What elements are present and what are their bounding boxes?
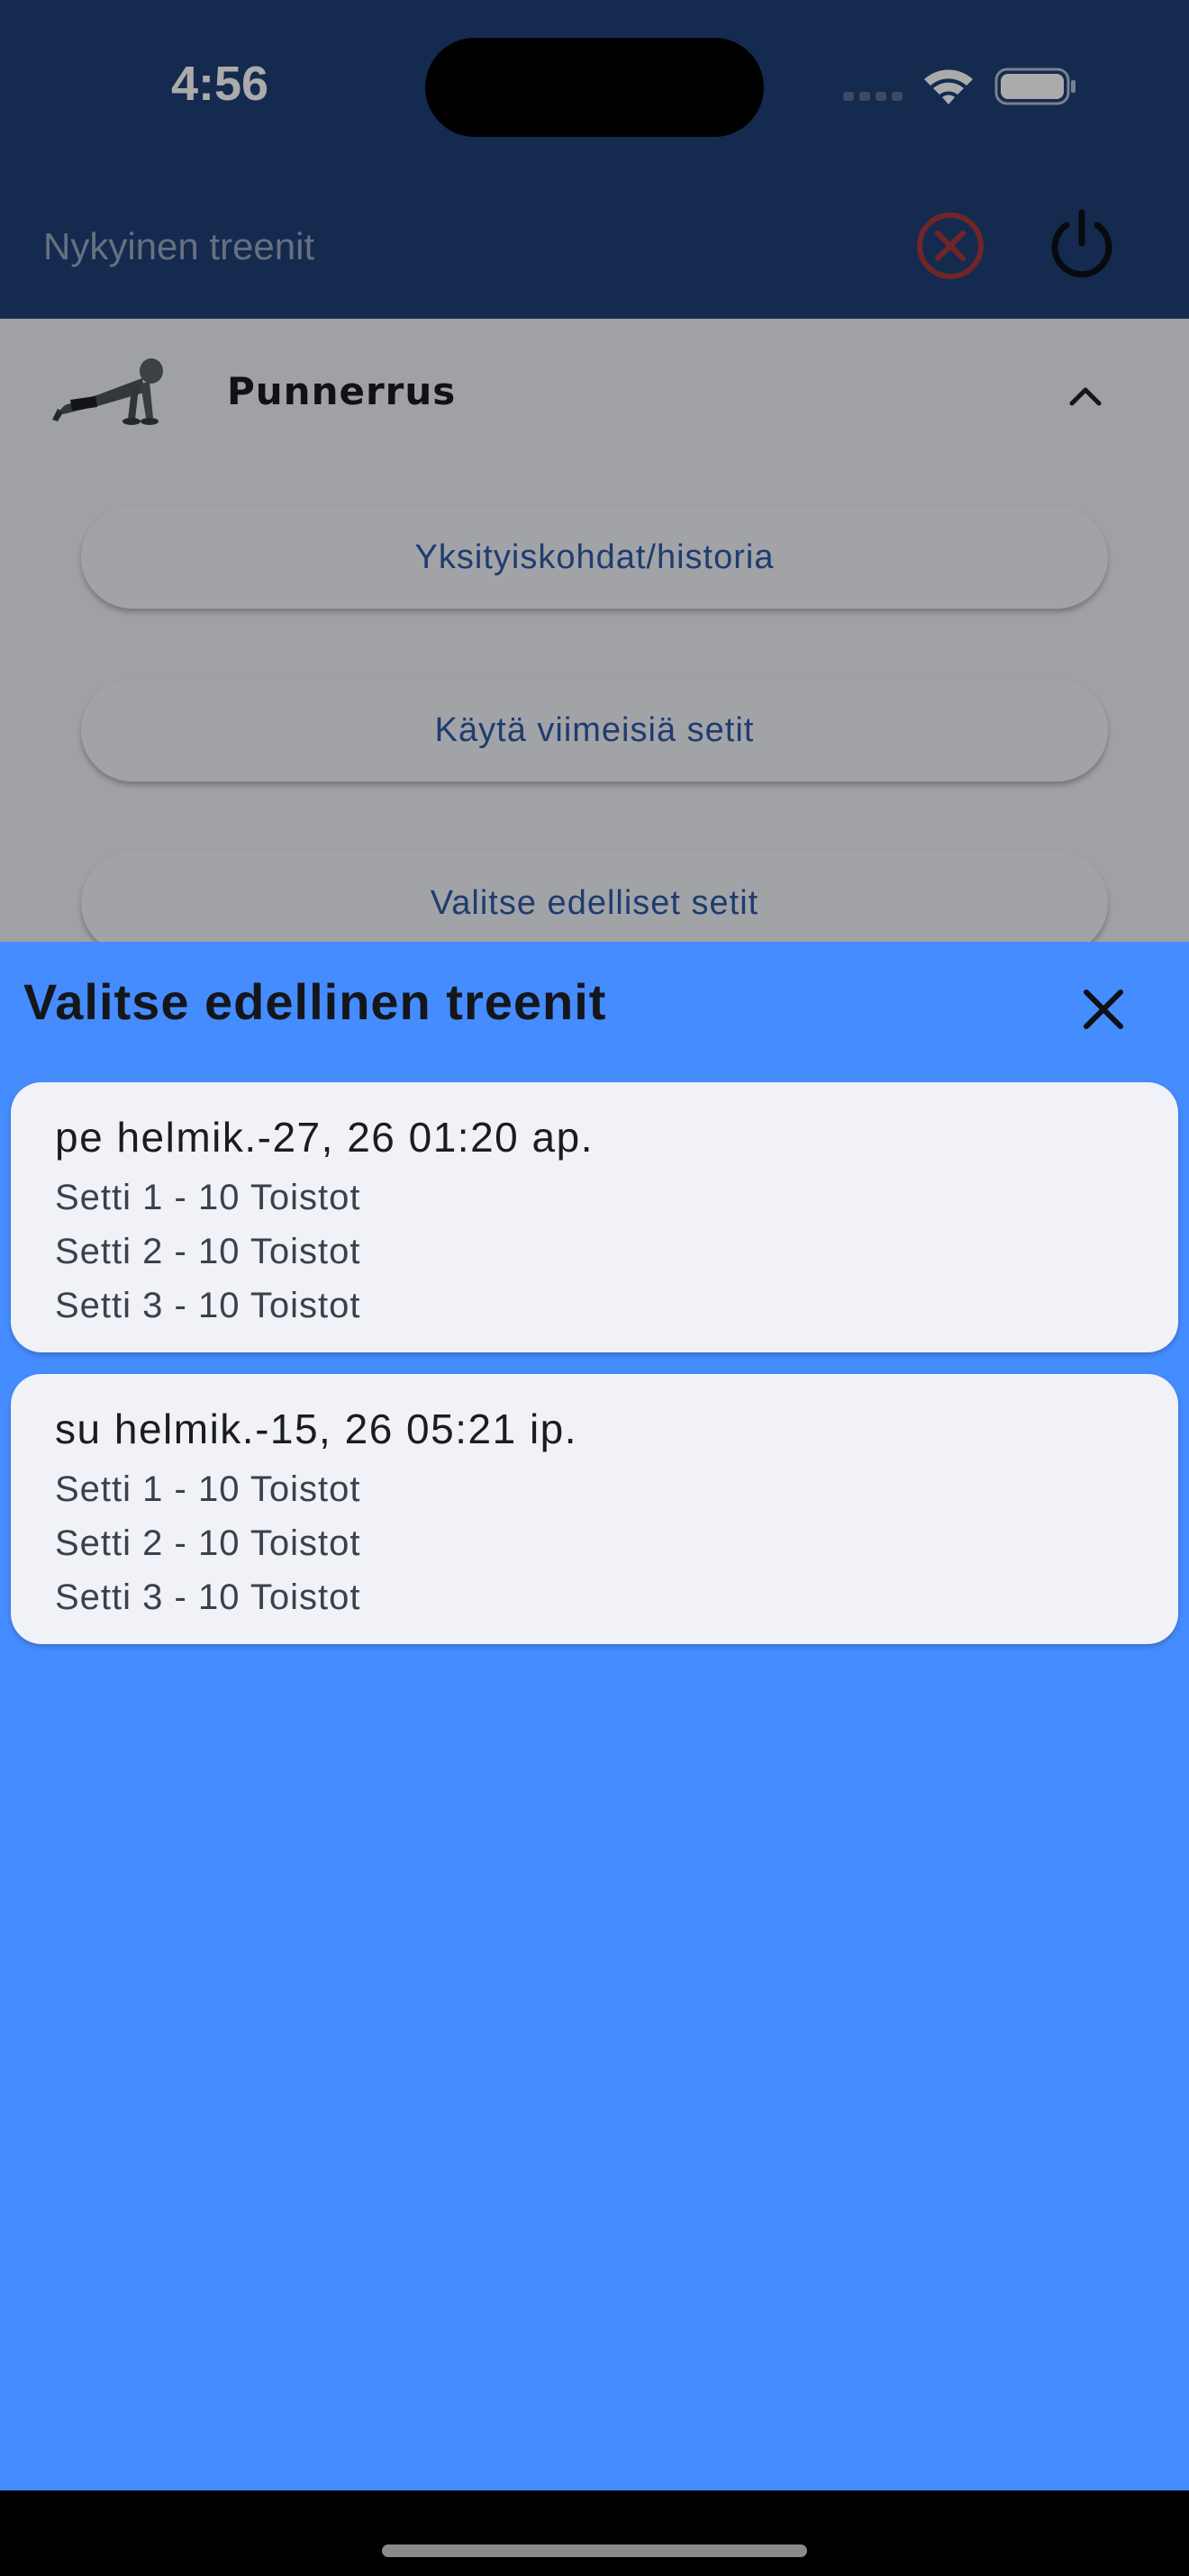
set-line: Setti 3 - 10 Toistot: [55, 1286, 361, 1325]
home-indicator-area: [0, 2490, 1189, 2576]
modal-scrim[interactable]: [0, 0, 1189, 942]
set-line: Setti 3 - 10 Toistot: [55, 1577, 361, 1617]
workout-date: su helmik.-15, 26 05:21 ip.: [55, 1406, 578, 1452]
previous-workout-sheet: Valitse edellinen treenit pe helmik.-27,…: [0, 942, 1189, 2490]
set-line: Setti 1 - 10 Toistot: [55, 1178, 361, 1217]
close-icon[interactable]: [1074, 980, 1133, 1039]
home-indicator[interactable]: [382, 2544, 807, 2557]
set-line: Setti 2 - 10 Toistot: [55, 1523, 361, 1563]
sheet-title: Valitse edellinen treenit: [23, 973, 607, 1030]
workout-card[interactable]: su helmik.-15, 26 05:21 ip. Setti 1 - 10…: [11, 1374, 1178, 1644]
workout-date: pe helmik.-27, 26 01:20 ap.: [55, 1114, 594, 1161]
set-line: Setti 2 - 10 Toistot: [55, 1232, 361, 1271]
workout-card[interactable]: pe helmik.-27, 26 01:20 ap. Setti 1 - 10…: [11, 1082, 1178, 1352]
set-line: Setti 1 - 10 Toistot: [55, 1469, 361, 1509]
